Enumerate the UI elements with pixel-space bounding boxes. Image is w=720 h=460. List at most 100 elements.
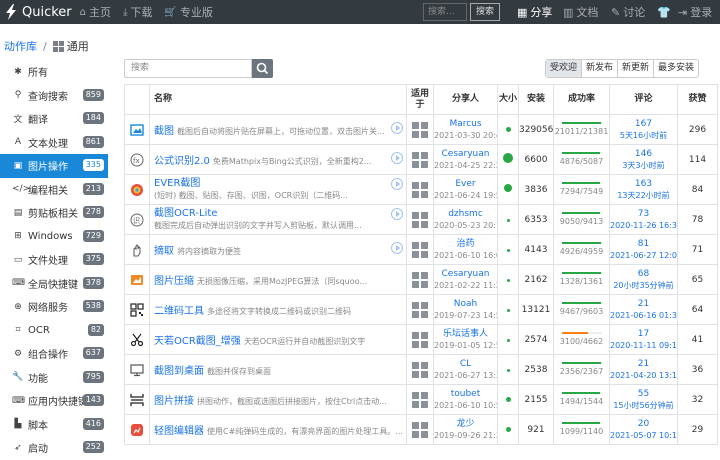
action-title-link[interactable]: 图片压缩 — [154, 276, 194, 287]
sidebar-item[interactable]: ⊞ Windows 729 — [0, 225, 108, 249]
sidebar-item[interactable]: ⌗ OCR 82 — [0, 319, 108, 343]
comments-count[interactable]: 55 — [611, 389, 677, 400]
table-row[interactable]: 二维码工具 多途径将文字转换成二维码或识别二维码 Noah 2019-07-23 14… — [124, 294, 718, 325]
nav-share[interactable]: ▦ 分享 — [517, 0, 552, 24]
sidebar-item[interactable]: ⌨ 全局快捷键 378 — [0, 272, 108, 296]
comments-count[interactable]: 20 — [611, 419, 677, 430]
col-name[interactable]: 名称 — [149, 84, 407, 115]
table-row[interactable]: 截图 截图后自动将图片贴在屏幕上，可拖动位置，双击图片关... Marcus 2021… — [124, 114, 718, 145]
comments-count[interactable]: 21 — [611, 359, 677, 370]
action-title-link[interactable]: 截图到桌面 — [154, 366, 204, 377]
comments-count[interactable]: 68 — [611, 269, 677, 280]
sidebar-item[interactable]: ⌨ 应用内快捷键 143 — [0, 389, 108, 413]
sidebar-item[interactable]: ⚙ 组合操作 637 — [0, 342, 108, 366]
comments-time[interactable]: 13天22小时前 — [611, 190, 677, 201]
nav-docs[interactable]: ▥ 文档 — [563, 0, 598, 24]
sidebar-item[interactable]: ➶ 启动 252 — [0, 436, 108, 460]
brand[interactable]: Quicker — [4, 4, 72, 20]
action-title-link[interactable]: 轻图编辑器 — [154, 426, 204, 437]
comments-time[interactable]: 2021-04-20 13:19 — [611, 370, 677, 381]
nav-tshirt[interactable]: 👕 — [657, 0, 674, 24]
sharer-link[interactable]: CL — [435, 359, 497, 370]
sharer-link[interactable]: Cesaryuan — [435, 269, 497, 280]
search-input[interactable]: 搜索 — [124, 59, 252, 78]
action-title-link[interactable]: 摘取 — [154, 246, 174, 257]
sort-tab[interactable]: 新更新 — [617, 60, 653, 77]
sharer-link[interactable]: 治药 — [435, 239, 497, 250]
comments-time[interactable]: 2021-06-16 01:30 — [611, 310, 677, 321]
play-icon[interactable] — [391, 122, 403, 134]
action-title-link[interactable]: 图片拼接 — [154, 396, 194, 407]
breadcrumb-root[interactable]: 动作库 — [4, 38, 37, 54]
sidebar-item[interactable]: ⊕ 网络服务 538 — [0, 295, 108, 319]
comments-time[interactable]: 2020-11-26 16:34 — [611, 220, 677, 231]
nav-login[interactable]: ⇥ 登录 — [678, 0, 712, 24]
likes-cell: 36 — [677, 354, 718, 385]
comments-count[interactable]: 17 — [611, 329, 677, 340]
search-button[interactable] — [252, 59, 273, 78]
action-title-link[interactable]: EVER截图 — [154, 178, 406, 190]
action-title-link[interactable]: 截图 — [154, 126, 174, 137]
sort-tab[interactable]: 新发布 — [581, 60, 617, 77]
action-title-link[interactable]: 截图OCR-Lite — [154, 208, 406, 220]
sharer-link[interactable]: toubet — [435, 389, 497, 400]
comments-time[interactable]: 2020-11-11 09:16 — [611, 340, 677, 351]
comments-count[interactable]: 81 — [611, 239, 677, 250]
comments-time[interactable]: 3天3小时前 — [611, 160, 677, 171]
sidebar-item[interactable]: A 文本处理 861 — [0, 131, 108, 155]
table-row[interactable]: 图片拼接 拼图动作，截图或选图后拼接图片，按住Ctrl点击动... toubet 20… — [124, 384, 718, 415]
sidebar-item[interactable]: ▣ 图片操作 335 — [0, 154, 108, 178]
size-cell — [497, 264, 519, 295]
nav-pro[interactable]: 🛒 专业版 — [164, 4, 212, 20]
top-search-input[interactable]: 搜索... — [423, 3, 467, 21]
sort-tab[interactable]: 受欢迎 — [546, 60, 582, 77]
play-icon[interactable] — [391, 152, 403, 164]
comments-time[interactable]: 2021-06-27 12:01 — [611, 250, 677, 261]
sidebar-item[interactable]: ▭ 文件处理 375 — [0, 248, 108, 272]
comments-count[interactable]: 21 — [611, 299, 677, 310]
action-title-link[interactable]: 公式识别2.0 — [154, 156, 210, 167]
sharer-link[interactable]: Cesaryuan — [435, 149, 497, 160]
sidebar-item[interactable]: ⚲ 查询搜索 859 — [0, 84, 108, 108]
table-row[interactable]: 轻图编辑器 使用C#纯弹码生成的，有漂亮界面的图片处理工具。... 龙少 2019-0… — [124, 414, 718, 445]
sidebar-item[interactable]: 文翻译 184 — [0, 107, 108, 131]
comments-time[interactable]: 15小时56分钟前 — [611, 400, 677, 411]
table-row[interactable]: 摘取将内容摘取为便签治药2021-06-10 16:0541434926/495… — [124, 234, 718, 265]
sidebar-item[interactable]: 🔧 功能 795 — [0, 366, 108, 390]
share-time: 2021-06-10 16:05 — [434, 250, 497, 260]
comments-count[interactable]: 167 — [611, 119, 677, 130]
sharer-link[interactable]: Marcus — [435, 119, 497, 130]
comments-time[interactable]: 5天16小时前 — [611, 130, 677, 141]
table-row[interactable]: EVER截图 (短时) 截图、贴图、存图、识图，OCR识别（二维码... Ever 2… — [124, 174, 718, 205]
table-row[interactable]: 识 截图OCR-Lite 截图完成后自动弹出识别的文字并写入剪贴板，默认调用... d… — [124, 204, 718, 235]
sidebar-item[interactable]: </> 编程相关 213 — [0, 178, 108, 202]
nav-discuss[interactable]: ✎ 讨论 — [611, 0, 645, 24]
sharer-link[interactable]: dzhsmc — [435, 209, 497, 220]
comments-time[interactable]: 20小时35分钟前 — [611, 280, 677, 291]
table-row[interactable]: 截图到桌面截图并保存到桌面 CL2021-06-27 13:36 2538 2356/… — [124, 354, 718, 385]
sidebar-item[interactable]: ▙ 脚本 416 — [0, 413, 108, 437]
sharer-link[interactable]: Noah — [435, 299, 497, 310]
sidebar-item[interactable]: ▤ 剪贴板相关 278 — [0, 201, 108, 225]
comments-count[interactable]: 163 — [611, 179, 677, 190]
table-row[interactable]: 图片压缩 无损图像压缩，采用MozJPEG算法（同squoo... Cesaryua… — [124, 264, 718, 295]
table-row[interactable]: 天若OCR截图_增强 天若OCR运行并自动截图识别文字 乐坛话事人 2019-01-0… — [124, 324, 718, 355]
size-cell — [497, 174, 519, 205]
comments-count[interactable]: 146 — [611, 149, 677, 160]
nav-download[interactable]: ⤓ 下载 — [123, 4, 152, 20]
action-title-link[interactable]: 天若OCR截图_增强 — [154, 336, 241, 347]
play-icon[interactable] — [391, 208, 403, 220]
comments-time[interactable]: 2021-05-07 10:13 — [611, 430, 677, 441]
play-icon[interactable] — [391, 178, 403, 190]
action-title-link[interactable]: 二维码工具 — [154, 306, 204, 317]
nav-home[interactable]: ⌂ 主页 — [80, 4, 111, 20]
top-search-button[interactable]: 搜索 — [470, 3, 500, 21]
sort-tab[interactable]: 最多安装 — [653, 60, 698, 77]
sharer-link[interactable]: 乐坛话事人 — [435, 329, 497, 340]
sharer-link[interactable]: Ever — [435, 179, 497, 190]
play-icon[interactable] — [391, 242, 403, 254]
sidebar-item[interactable]: ✱ 所有 — [0, 60, 108, 84]
comments-count[interactable]: 73 — [611, 209, 677, 220]
table-row[interactable]: fx 公式识别2.0 免费Mathpix与Bing公式识别，全新重构2... Cesa… — [124, 144, 718, 175]
sharer-link[interactable]: 龙少 — [435, 419, 497, 430]
